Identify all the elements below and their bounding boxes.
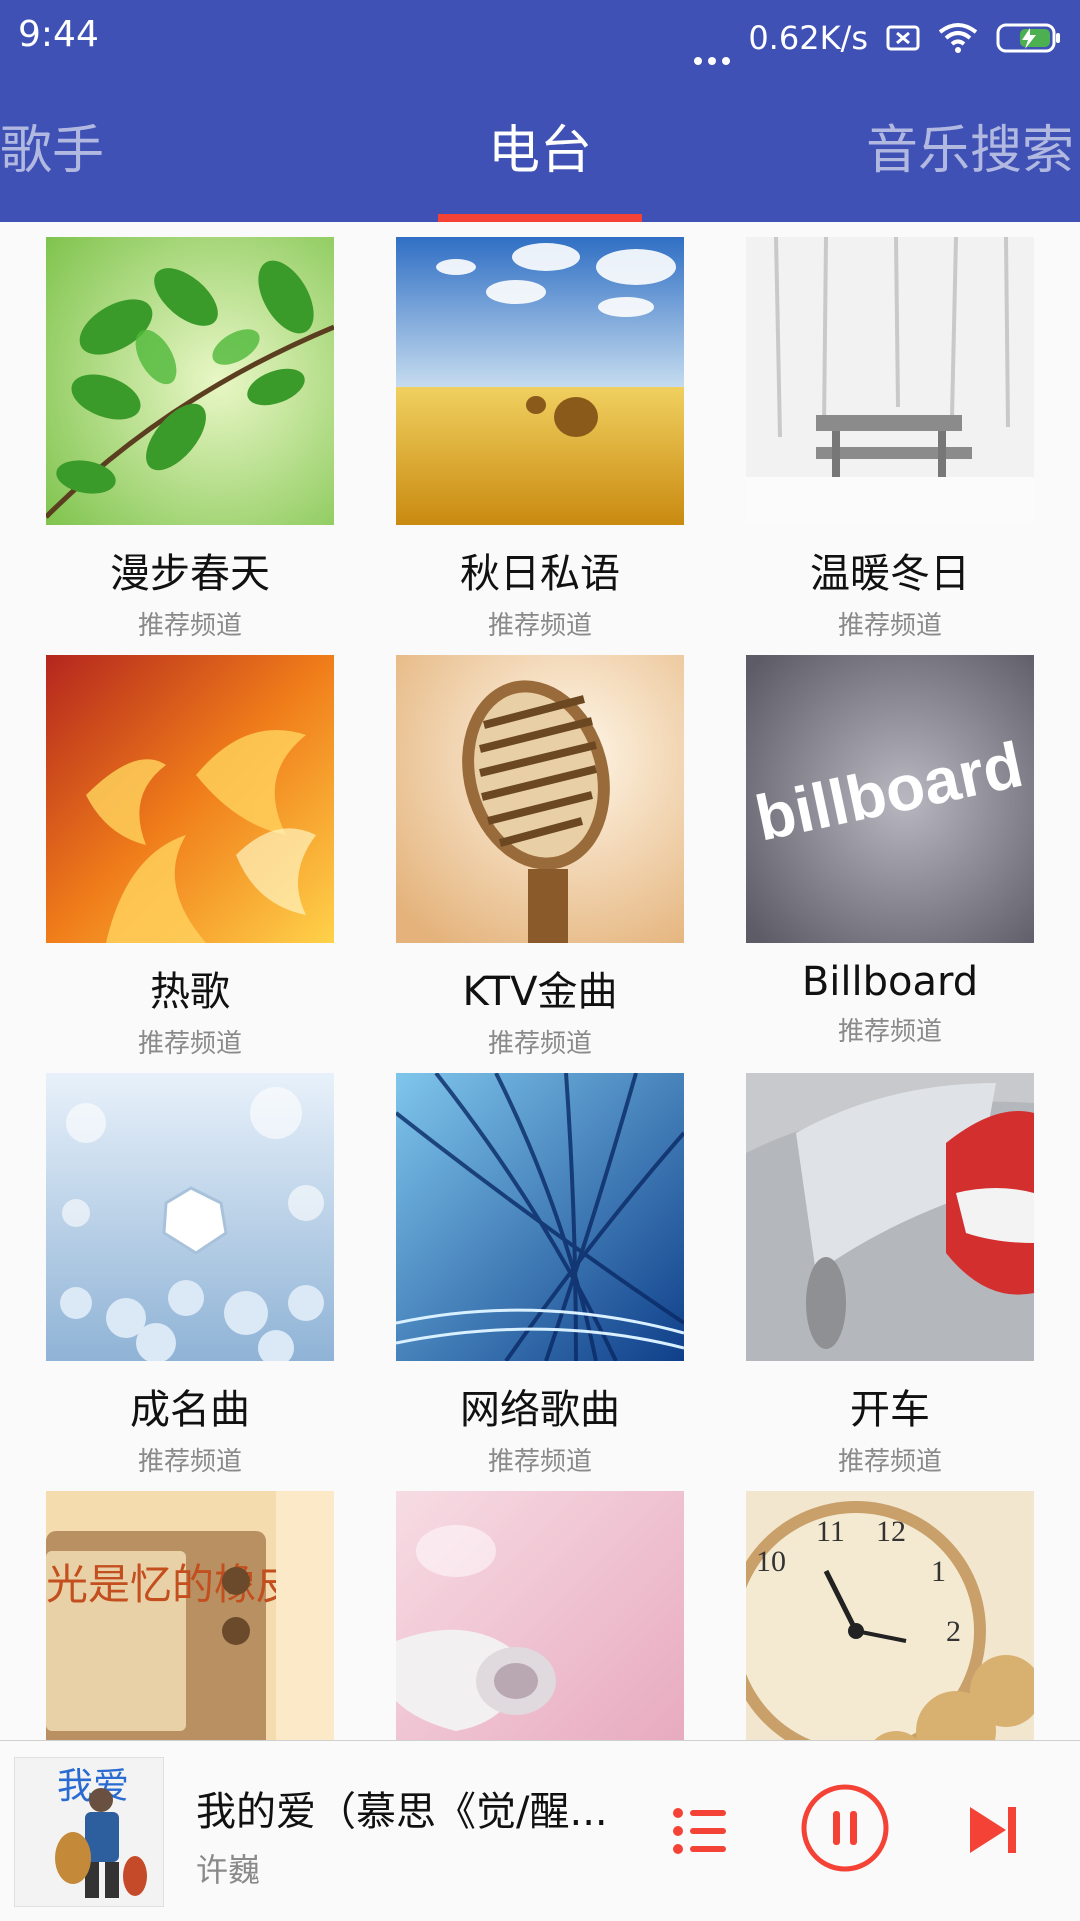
channel-subtitle: 推荐频道 — [137, 1029, 242, 1059]
channel-image-autumn — [396, 237, 684, 525]
channel-card-autumn[interactable]: 秋日私语 推荐频道 — [396, 237, 684, 642]
status-time: 9:44 — [18, 14, 99, 55]
channel-title: 温暖冬日 — [810, 551, 970, 597]
channel-image-internet — [396, 1073, 684, 1361]
sim-off-icon — [886, 25, 920, 51]
wifi-icon — [938, 23, 978, 53]
channel-card-ktv[interactable]: KTV金曲 推荐频道 — [396, 655, 684, 1060]
channel-card-hot[interactable]: 热歌 推荐频道 — [46, 655, 334, 1060]
album-cover[interactable]: 我爱 — [14, 1757, 164, 1907]
pause-icon[interactable] — [800, 1783, 890, 1873]
channel-title: KTV金曲 — [462, 969, 618, 1015]
channel-image-billboard: billboard — [746, 655, 1034, 943]
svg-text:11: 11 — [816, 1515, 845, 1548]
channel-card-internet[interactable]: 网络歌曲 推荐频道 — [396, 1073, 684, 1478]
skip-next-icon[interactable] — [968, 1805, 1018, 1855]
channel-subtitle: 推荐频道 — [837, 1017, 942, 1047]
channel-subtitle: 推荐频道 — [837, 1447, 942, 1477]
channel-title: 漫步春天 — [110, 551, 270, 597]
channel-card-nostalgia[interactable]: 10 11 12 12 — [746, 1491, 1034, 1740]
channel-title: 秋日私语 — [460, 551, 620, 597]
channel-card-driving[interactable]: 开车 推荐频道 — [746, 1073, 1034, 1478]
network-speed: 0.62K/s — [748, 19, 868, 57]
channel-subtitle: 推荐频道 — [137, 1447, 242, 1477]
channel-card-billboard[interactable]: billboard Billboard 推荐频道 — [746, 655, 1034, 1048]
channel-subtitle: 推荐频道 — [487, 611, 592, 641]
channel-card-winter[interactable]: 温暖冬日 推荐频道 — [746, 237, 1034, 642]
channel-image-famous — [46, 1073, 334, 1361]
channel-title: 成名曲 — [130, 1387, 250, 1433]
svg-text:10: 10 — [756, 1545, 786, 1578]
channel-image-driving — [746, 1073, 1034, 1361]
svg-text:12: 12 — [876, 1515, 906, 1548]
channel-subtitle: 推荐频道 — [487, 1447, 592, 1477]
channel-subtitle: 推荐频道 — [137, 611, 242, 641]
status-bar: 9:44 0.62K/s — [0, 0, 1080, 74]
channel-image-ktv — [396, 655, 684, 943]
channel-image-nostalgia: 10 11 12 12 — [746, 1491, 1034, 1740]
channel-title: 开车 — [850, 1387, 930, 1433]
status-icons: 0.62K/s — [694, 10, 1062, 66]
channel-image-hot — [46, 655, 334, 943]
tab-bar: 歌手 电台 音乐搜索 — [0, 74, 1080, 222]
channel-card-retro[interactable]: 光是忆的橡皮 — [46, 1491, 334, 1740]
mini-player[interactable]: 我爱 我的爱（慕思《觉/醒... 许巍 — [0, 1740, 1080, 1921]
channel-card-spring[interactable]: 漫步春天 推荐频道 — [46, 237, 334, 642]
channel-image-retro: 光是忆的橡皮 — [46, 1491, 334, 1740]
more-dots-icon — [694, 11, 731, 65]
channel-image-spring — [46, 237, 334, 525]
battery-charging-icon — [996, 23, 1060, 53]
tab-singers[interactable]: 歌手 — [0, 108, 104, 183]
channel-subtitle: 推荐频道 — [487, 1029, 592, 1059]
channel-card-famous[interactable]: 成名曲 推荐频道 — [46, 1073, 334, 1478]
song-title: 我的爱（慕思《觉/醒... — [196, 1789, 608, 1835]
playlist-icon[interactable] — [672, 1803, 728, 1859]
channel-image-winter — [746, 237, 1034, 525]
channel-title: 网络歌曲 — [460, 1387, 620, 1433]
artist-name: 许巍 — [196, 1851, 261, 1889]
channel-title: Billboard — [801, 959, 979, 1005]
channel-title: 热歌 — [150, 969, 230, 1015]
retro-tv-text: 光是忆的橡皮 — [46, 1560, 298, 1609]
tab-radio[interactable]: 电台 — [488, 108, 592, 183]
channel-image-love — [396, 1491, 684, 1740]
svg-text:1: 1 — [931, 1555, 946, 1588]
app-bar: 9:44 0.62K/s 歌手 电台 音乐搜索 — [0, 0, 1080, 222]
channel-card-love[interactable] — [396, 1491, 684, 1740]
svg-text:2: 2 — [946, 1615, 961, 1648]
tab-indicator — [438, 214, 642, 222]
channel-grid: 漫步春天 推荐频道 秋日私语 推荐频道 温暖冬日 推荐频道 热歌 推荐频道 KT… — [0, 222, 1080, 1740]
channel-subtitle: 推荐频道 — [837, 611, 942, 641]
tab-music-search[interactable]: 音乐搜索 — [866, 108, 1074, 183]
